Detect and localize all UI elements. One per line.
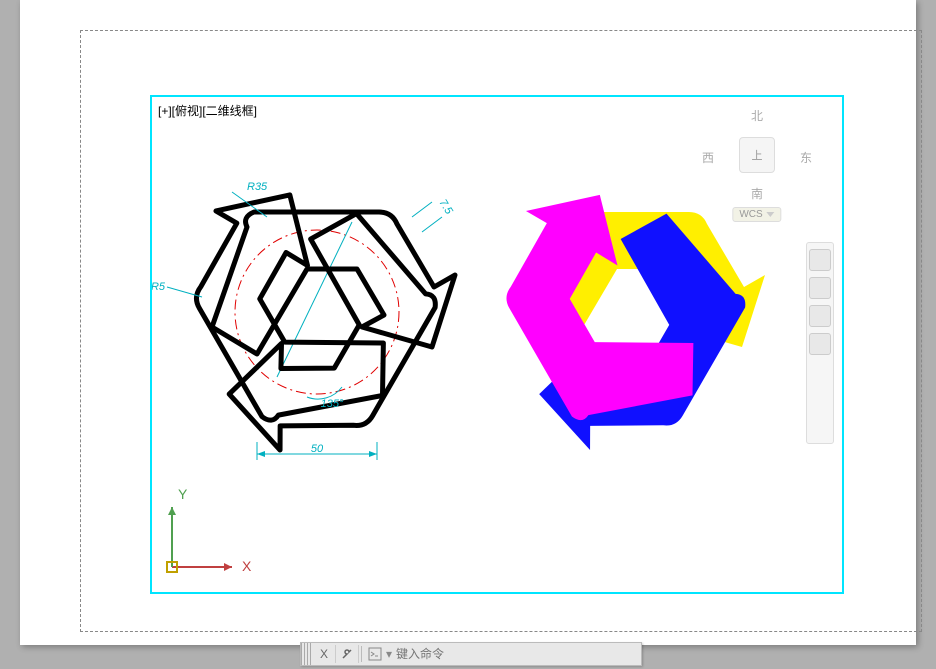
command-bar[interactable]: X ▾ (300, 642, 642, 666)
dimension-r5: R5 (152, 281, 202, 297)
dim-r5-text: R5 (152, 281, 166, 293)
ucs-icon: X Y (167, 486, 252, 574)
close-icon: X (320, 647, 328, 661)
dim-7p5-text: 7.5 (436, 197, 455, 217)
command-close-button[interactable]: X (313, 645, 336, 663)
wrench-icon (341, 648, 353, 660)
dim-r35-text: R35 (247, 181, 268, 193)
model-viewport[interactable]: [+][俯视][二维线框] 北 西 东 上 南 WCS (150, 95, 844, 594)
dim-50-text: 50 (311, 443, 324, 455)
drawing-canvas: 50 135° R35 7.5 R5 (152, 97, 842, 592)
ucs-x-label: X (242, 558, 252, 574)
ucs-y-label: Y (178, 486, 188, 502)
command-chevron: ▾ (386, 647, 392, 661)
command-customize-button[interactable] (336, 645, 359, 663)
command-prompt-icon (368, 647, 382, 661)
command-input[interactable] (394, 646, 641, 662)
separator (361, 646, 362, 662)
recycle-symbol-outline: 50 135° R35 7.5 R5 (152, 171, 456, 481)
dim-135-text: 135° (321, 398, 344, 410)
recycle-symbol-filled (471, 171, 766, 481)
command-bar-grip[interactable] (301, 643, 313, 665)
dimension-7p5: 7.5 (412, 197, 455, 232)
